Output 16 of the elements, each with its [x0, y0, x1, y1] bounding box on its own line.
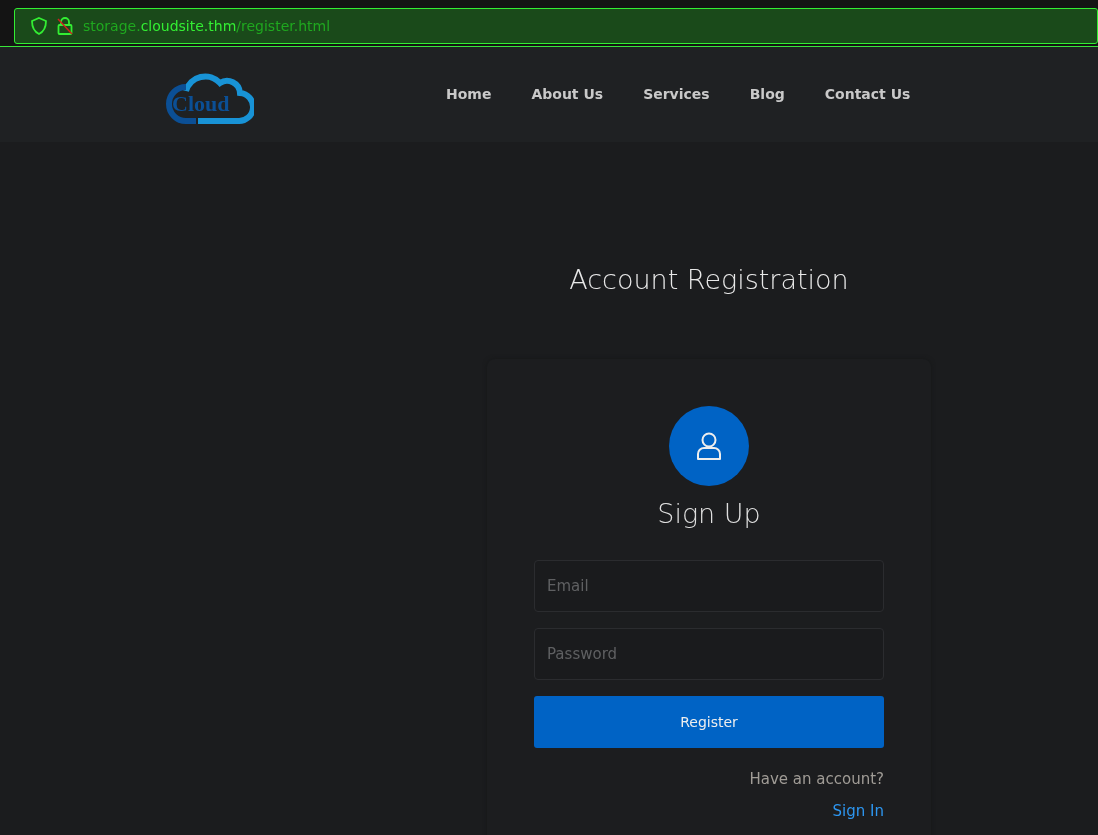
url-text: storage.cloudsite.thm/register.html [83, 16, 331, 36]
input-field[interactable]: Email [534, 560, 884, 612]
nav-link[interactable]: Contact Us [824, 84, 911, 105]
sign-in-link[interactable]: Sign In [832, 801, 884, 820]
nav-link[interactable]: Services [643, 84, 710, 105]
shield-icon [31, 17, 47, 35]
account-prompt: Have an account? [748, 769, 884, 790]
register-button[interactable]: Register [534, 696, 884, 748]
lock-icon [57, 17, 73, 35]
nav-link[interactable]: About Us [531, 84, 604, 105]
form-heading: Sign Up [656, 496, 762, 531]
nav-link[interactable]: Blog [749, 84, 785, 105]
address-bar[interactable]: storage.cloudsite.thm/register.html [14, 8, 1098, 44]
input-field[interactable]: Password [534, 628, 884, 680]
nav-link[interactable]: Home [446, 84, 492, 105]
page-title: Account Registration [568, 263, 850, 297]
